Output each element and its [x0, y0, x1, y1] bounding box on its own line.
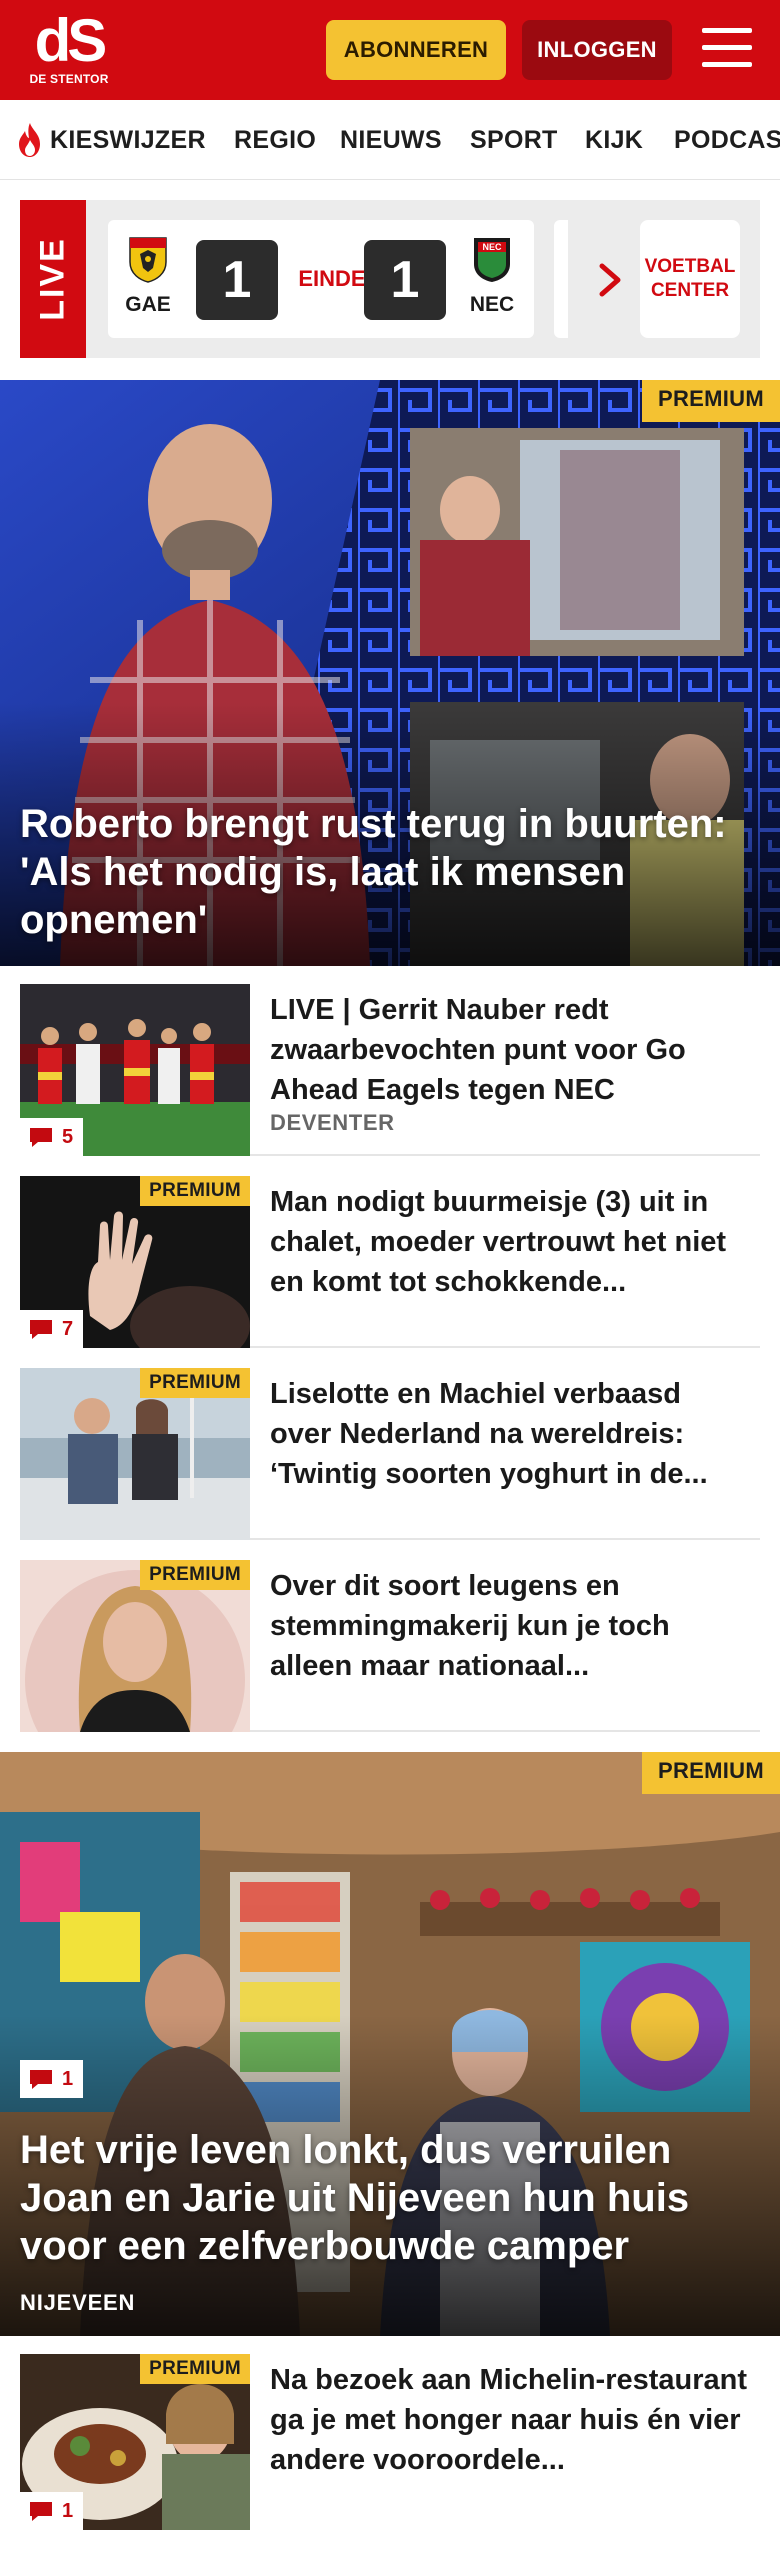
premium-badge: PREMIUM	[140, 1368, 250, 1398]
away-team: NEC NEC	[462, 234, 522, 317]
nav-item-regio[interactable]: REGIO	[234, 126, 316, 155]
article-title: Over dit soort leugens en stemmingmakeri…	[270, 1570, 670, 1682]
hero-article-camper[interactable]: PREMIUM 1 Het vrije leven lonkt, dus ver…	[0, 1752, 780, 2336]
premium-badge: PREMIUM	[642, 1752, 780, 1794]
nav-item-kieswijzer[interactable]: KIESWIJZER	[50, 126, 206, 155]
article-thumbnail: PREMIUM 1	[20, 2354, 250, 2530]
hero-title: Het vrije leven lonkt, dus verruilen Joa…	[20, 2128, 690, 2268]
comment-bubble-icon	[30, 1128, 52, 1147]
article-title: Man nodigt buurmeisje (3) uit in chalet,…	[270, 1186, 727, 1298]
list-item[interactable]: PREMIUM Over dit soort leugens en stemmi…	[20, 1560, 760, 1732]
match-card[interactable]: GAE 1 EINDE 1 NEC NEC	[108, 220, 534, 338]
hero-title: Roberto brengt rust terug in buurten: 'A…	[20, 802, 727, 942]
away-score: 1	[364, 240, 446, 320]
list-item[interactable]: PREMIUM Liselotte en Machiel verbaasd ov…	[20, 1368, 760, 1540]
flame-icon	[19, 123, 40, 157]
site-logo[interactable]: dS DE STENTOR	[28, 7, 110, 88]
voetbal-center-button[interactable]: VOETBAL CENTER	[640, 220, 740, 338]
premium-badge: PREMIUM	[642, 380, 780, 422]
nav-item-nieuws[interactable]: NIEUWS	[340, 126, 442, 155]
nav-item-kijk[interactable]: KIJK	[585, 126, 643, 155]
list-item[interactable]: 5 LIVE | Gerrit Nauber redt zwaarbevocht…	[20, 984, 760, 1156]
next-match-card[interactable]	[554, 220, 568, 338]
premium-badge: PREMIUM	[140, 2354, 250, 2384]
nav-item-podcast[interactable]: PODCAS	[674, 126, 780, 155]
site-header: dS DE STENTOR ABONNEREN INLOGGEN	[0, 0, 780, 100]
away-team-name: NEC	[469, 293, 515, 316]
live-label: LIVE	[20, 200, 86, 358]
comment-count[interactable]: 7	[20, 1310, 84, 1348]
comment-count[interactable]: 1	[20, 2060, 84, 2098]
nav-item-sport[interactable]: SPORT	[470, 126, 558, 155]
hero-location-tag: NIJEVEEN	[20, 2290, 136, 2315]
article-thumbnail: PREMIUM	[20, 1368, 250, 1540]
svg-text:NEC: NEC	[482, 242, 502, 252]
premium-badge: PREMIUM	[140, 1176, 250, 1206]
logo-mark: dS	[34, 7, 108, 74]
premium-badge: PREMIUM	[140, 1560, 250, 1590]
list-item[interactable]: PREMIUM 1 Na bezoek aan Michelin-restaur…	[20, 2354, 760, 2530]
hero-article-roberto[interactable]: PREMIUM Roberto brengt rust terug in buu…	[0, 380, 780, 966]
home-team: GAE	[118, 234, 178, 317]
logo-subtitle: DE STENTOR	[29, 72, 109, 86]
subscribe-button[interactable]: ABONNEREN	[326, 20, 506, 80]
go-ahead-eagles-crest-icon	[129, 237, 167, 283]
login-button[interactable]: INLOGGEN	[522, 20, 672, 80]
article-thumbnail: PREMIUM	[20, 1560, 250, 1732]
main-navigation: KIESWIJZER REGIO NIEUWS SPORT KIJK PODCA…	[0, 100, 780, 180]
live-scores-bar: LIVE GAE 1 EINDE 1 NEC NEC VOETBAL CENTE…	[20, 200, 760, 358]
comment-count[interactable]: 1	[20, 2492, 84, 2530]
article-thumbnail: 5	[20, 984, 250, 1156]
match-status: EINDE	[298, 266, 366, 291]
comment-bubble-icon	[30, 1320, 52, 1339]
nec-crest-icon: NEC	[474, 238, 510, 282]
comment-bubble-icon	[30, 2502, 52, 2521]
chevron-right-icon[interactable]	[592, 258, 628, 302]
home-team-name: GAE	[125, 293, 171, 316]
article-thumbnail: PREMIUM 7	[20, 1176, 250, 1348]
list-item[interactable]: PREMIUM 7 Man nodigt buurmeisje (3) uit …	[20, 1176, 760, 1348]
article-title: Na bezoek aan Michelin-restaurant ga je …	[270, 2364, 748, 2476]
hamburger-menu-icon[interactable]	[700, 24, 754, 72]
home-score: 1	[196, 240, 278, 320]
article-location-tag: DEVENTER	[270, 1110, 395, 1135]
comment-count[interactable]: 5	[20, 1118, 84, 1156]
article-title: Liselotte en Machiel verbaasd over Neder…	[270, 1378, 708, 1490]
comment-bubble-icon	[30, 2070, 52, 2089]
article-title: LIVE | Gerrit Nauber redt zwaarbevochten…	[270, 994, 686, 1106]
